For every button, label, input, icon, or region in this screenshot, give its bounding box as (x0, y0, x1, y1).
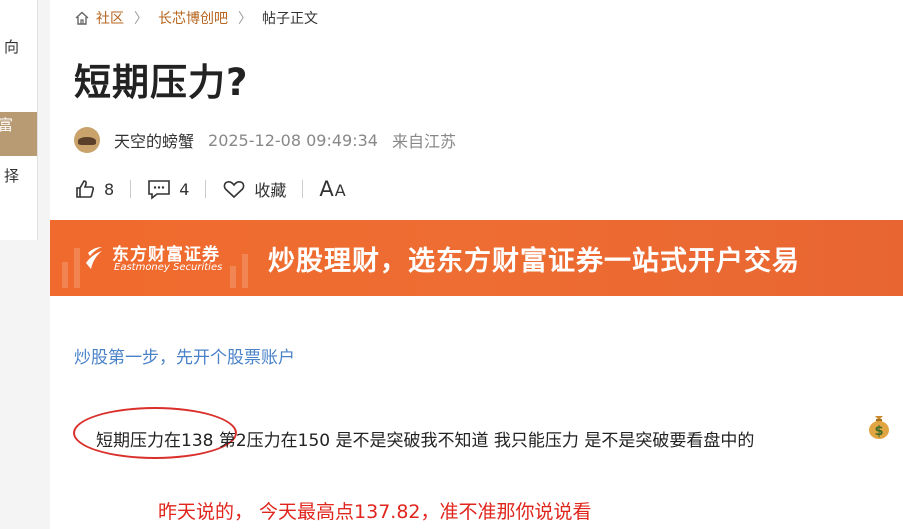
font-size-big: A (319, 177, 334, 201)
comment-button[interactable]: 4 (147, 178, 189, 200)
favorite-button[interactable]: 收藏 (222, 177, 286, 201)
post-time: 2025-12-08 09:49:34 (208, 130, 378, 150)
left-sidebar-text-1: 向 (3, 38, 19, 56)
home-icon[interactable] (74, 10, 90, 26)
action-divider (205, 180, 207, 198)
like-icon (76, 180, 95, 198)
breadcrumb: 社区 〉 长芯博创吧 〉 帖子正文 (74, 8, 318, 28)
post-location: 来自江苏 (391, 132, 456, 151)
eastmoney-logo-icon (86, 247, 102, 269)
open-account-link[interactable]: 炒股第一步，先开个股票账户 (74, 343, 295, 368)
banner-brand-en: Eastmoney Securities (114, 262, 223, 273)
eastmoney-ad-banner[interactable]: 东方财富证券 Eastmoney Securities 炒股理财，选东方财富证券… (50, 220, 903, 296)
post-actions: 8 4 收藏 A A (74, 177, 346, 201)
comment-count: 4 (179, 179, 190, 199)
breadcrumb-forum-link[interactable]: 长芯博创吧 (158, 8, 228, 28)
author-name[interactable]: 天空的螃蟹 (114, 128, 194, 152)
like-button[interactable]: 8 (74, 178, 114, 200)
favorite-label: 收藏 (254, 181, 287, 200)
left-sidebar-band: 富 (0, 112, 37, 156)
left-sidebar-text-2: 择 (3, 167, 19, 185)
action-divider (130, 180, 132, 198)
action-divider (302, 180, 304, 198)
left-sidebar-fragment: 向 富 择 (0, 0, 38, 240)
comment-icon (148, 180, 170, 200)
breadcrumb-current: 帖子正文 (262, 11, 318, 27)
post-title: 短期压力? (74, 61, 249, 104)
breadcrumb-home-link[interactable]: 社区 (96, 8, 124, 28)
breadcrumb-separator: 〉 (238, 11, 252, 27)
money-bag-icon: $ (869, 416, 889, 439)
avatar[interactable] (74, 127, 100, 153)
breadcrumb-separator: 〉 (134, 11, 148, 27)
banner-slogan: 炒股理财，选东方财富证券一站式开户交易 (268, 246, 800, 277)
like-count: 8 (104, 179, 115, 199)
font-size-button[interactable]: A A (319, 177, 345, 201)
post-red-text: 昨天说的， 今天最高点137.82，准不准那你说说看 (158, 501, 592, 523)
svg-text:$: $ (874, 424, 883, 439)
heart-icon (224, 181, 245, 199)
font-size-icon: A A (319, 177, 345, 201)
post-body-text: 短期压力在138 第2压力在150 是不是突破我不知道 我只能压力 是不是突破要… (96, 431, 755, 451)
author-row: 天空的螃蟹 2025-12-08 09:49:34 来自江苏 (74, 127, 456, 153)
post-container: 社区 〉 长芯博创吧 〉 帖子正文 短期压力? 天空的螃蟹 2025-12-08… (50, 0, 903, 529)
font-size-small: A (334, 181, 346, 200)
left-sidebar-band-text: 富 (0, 116, 14, 134)
